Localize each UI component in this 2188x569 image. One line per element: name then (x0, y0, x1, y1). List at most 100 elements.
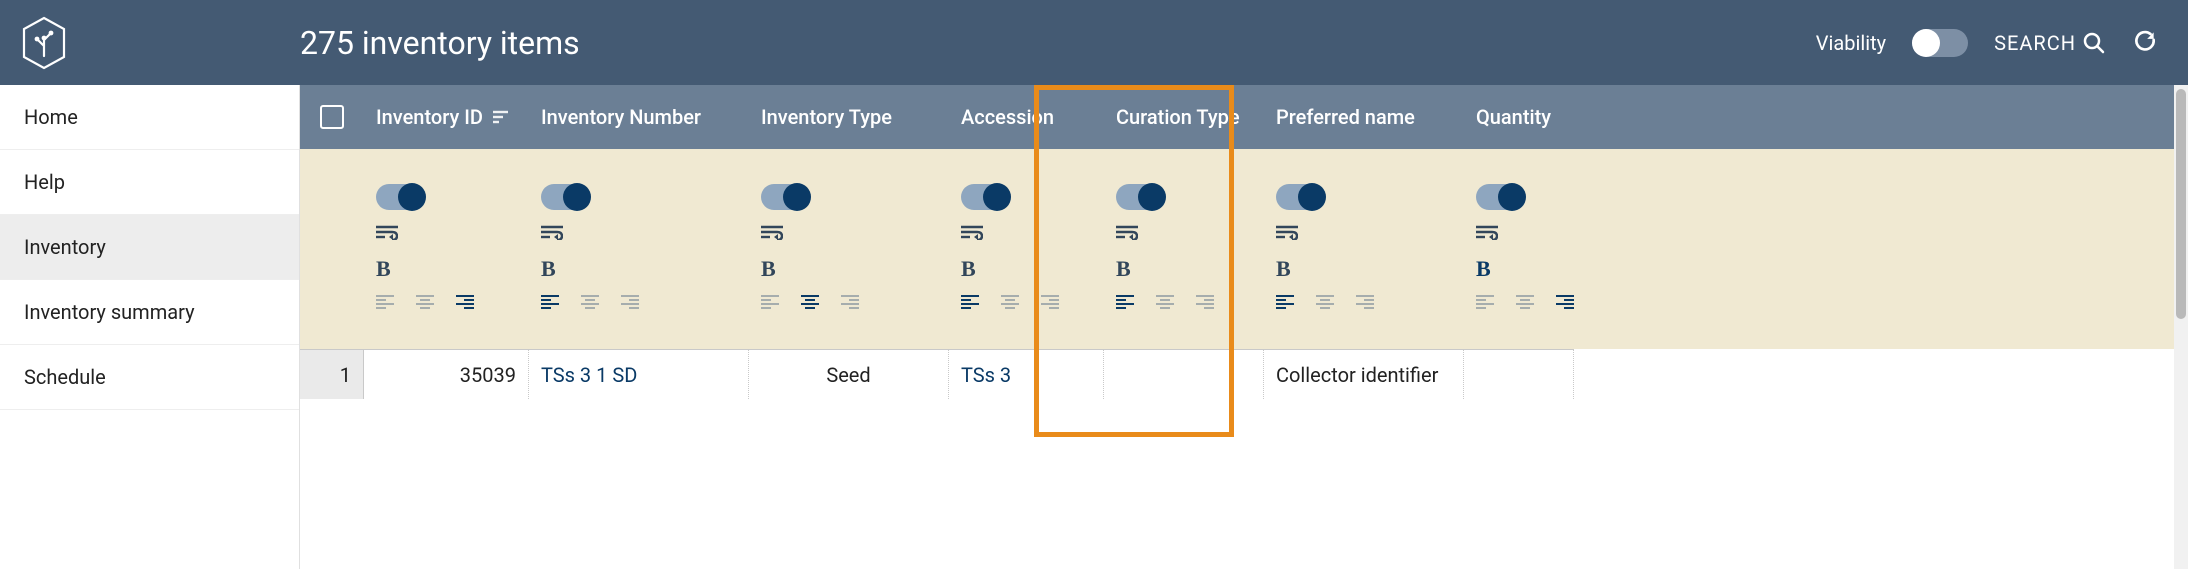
sidebar-item-help[interactable]: Help (0, 150, 299, 215)
align-icon (1476, 294, 1496, 310)
app-header: 275 inventory items Viability SEARCH (0, 0, 2188, 85)
sidebar-item-schedule[interactable]: Schedule (0, 345, 299, 410)
align-group (1476, 294, 1562, 314)
viability-label: Viability (1816, 31, 1886, 55)
align-center-button[interactable] (1001, 294, 1021, 314)
cell-value: Collector identifier (1276, 363, 1438, 387)
main-area: Home Help Inventory Inventory summary Sc… (0, 85, 2188, 569)
align-right-button[interactable] (841, 294, 861, 314)
align-right-button[interactable] (1041, 294, 1061, 314)
column-header-preferred-name[interactable]: Preferred name (1264, 85, 1464, 149)
column-visible-toggle[interactable] (376, 184, 424, 210)
viability-toggle[interactable] (1912, 29, 1968, 57)
align-center-button[interactable] (801, 294, 821, 314)
text-wrap-button[interactable] (376, 224, 517, 244)
format-cell-inventory-number: B (529, 149, 749, 349)
sidebar-item-inventory-summary[interactable]: Inventory summary (0, 280, 299, 345)
column-header-quantity[interactable]: Quantity (1464, 85, 1574, 149)
search-icon (2082, 31, 2106, 55)
cell-inventory-type[interactable]: Seed (749, 349, 949, 399)
align-icon (761, 294, 781, 310)
align-left-button[interactable] (961, 294, 981, 314)
refresh-icon (2132, 28, 2158, 54)
column-header-label: Curation Type (1116, 105, 1240, 129)
text-wrap-icon (1276, 224, 1298, 240)
cell-accession[interactable]: TSs 3 (949, 349, 1104, 399)
bold-button[interactable]: B (961, 258, 1092, 280)
text-wrap-button[interactable] (541, 224, 737, 244)
column-visible-toggle[interactable] (541, 184, 589, 210)
text-wrap-button[interactable] (1116, 224, 1252, 244)
align-left-button[interactable] (1276, 294, 1296, 314)
bold-button[interactable]: B (1476, 258, 1562, 280)
column-header-label: Inventory Type (761, 105, 892, 129)
align-center-button[interactable] (416, 294, 436, 314)
align-center-button[interactable] (1156, 294, 1176, 314)
cell-inventory-number[interactable]: TSs 3 1 SD (529, 349, 749, 399)
align-left-button[interactable] (376, 294, 396, 314)
sidebar-item-label: Help (24, 170, 65, 194)
align-left-button[interactable] (761, 294, 781, 314)
cell-preferred-name[interactable]: Collector identifier (1264, 349, 1464, 399)
column-header-label: Accession (961, 105, 1054, 129)
sort-icon (493, 109, 513, 125)
column-visible-toggle[interactable] (1276, 184, 1324, 210)
column-header-inventory-number[interactable]: Inventory Number (529, 85, 749, 149)
bold-button[interactable]: B (761, 258, 937, 280)
column-header-inventory-type[interactable]: Inventory Type (749, 85, 949, 149)
align-left-button[interactable] (541, 294, 561, 314)
text-wrap-icon (761, 224, 783, 240)
bold-button[interactable]: B (1276, 258, 1452, 280)
text-wrap-button[interactable] (1276, 224, 1452, 244)
data-table: Inventory ID Inventory Number Inventory … (300, 85, 2174, 569)
align-right-button[interactable] (456, 294, 476, 314)
column-header-accession[interactable]: Accession (949, 85, 1104, 149)
format-cell-accession: B (949, 149, 1104, 349)
text-wrap-icon (541, 224, 563, 240)
align-right-button[interactable] (1356, 294, 1376, 314)
bold-button[interactable]: B (1116, 258, 1252, 280)
align-center-button[interactable] (581, 294, 601, 314)
align-icon (1041, 294, 1061, 310)
bold-button[interactable]: B (376, 258, 517, 280)
column-visible-toggle[interactable] (1116, 184, 1164, 210)
select-all-checkbox[interactable] (300, 85, 364, 149)
scrollbar-thumb[interactable] (2176, 89, 2186, 319)
column-visible-toggle[interactable] (761, 184, 809, 210)
column-header-curation-type[interactable]: Curation Type (1104, 85, 1264, 149)
align-left-button[interactable] (1476, 294, 1496, 314)
align-icon (541, 294, 561, 310)
column-header-inventory-id[interactable]: Inventory ID (364, 85, 529, 149)
column-format-row: B B B B B B B (300, 149, 2174, 349)
align-right-button[interactable] (1556, 294, 1576, 314)
align-icon (1156, 294, 1176, 310)
column-visible-toggle[interactable] (1476, 184, 1524, 210)
align-icon (456, 294, 476, 310)
align-icon (1276, 294, 1296, 310)
sidebar-item-inventory[interactable]: Inventory (0, 215, 299, 280)
sidebar-item-home[interactable]: Home (0, 85, 299, 150)
column-visible-toggle[interactable] (961, 184, 1009, 210)
bold-button[interactable]: B (541, 258, 737, 280)
table-row: 1 35039 TSs 3 1 SD Seed TSs 3 Collector … (300, 349, 2174, 399)
align-right-button[interactable] (1196, 294, 1216, 314)
column-header-label: Inventory Number (541, 105, 701, 129)
vertical-scrollbar[interactable] (2174, 85, 2188, 569)
text-wrap-button[interactable] (761, 224, 937, 244)
align-center-button[interactable] (1516, 294, 1536, 314)
search-button[interactable]: SEARCH (1994, 31, 2106, 55)
align-icon (1196, 294, 1216, 310)
text-wrap-button[interactable] (961, 224, 1092, 244)
cell-value: Seed (826, 363, 870, 387)
text-wrap-button[interactable] (1476, 224, 1562, 244)
align-right-button[interactable] (621, 294, 641, 314)
cell-inventory-id[interactable]: 35039 (364, 349, 529, 399)
logo-area (20, 16, 300, 70)
cell-curation-type[interactable] (1104, 349, 1264, 399)
refresh-button[interactable] (2132, 28, 2158, 58)
align-icon (841, 294, 861, 310)
align-left-button[interactable] (1116, 294, 1136, 314)
column-header-row: Inventory ID Inventory Number Inventory … (300, 85, 2174, 149)
cell-quantity[interactable] (1464, 349, 1574, 399)
align-center-button[interactable] (1316, 294, 1336, 314)
